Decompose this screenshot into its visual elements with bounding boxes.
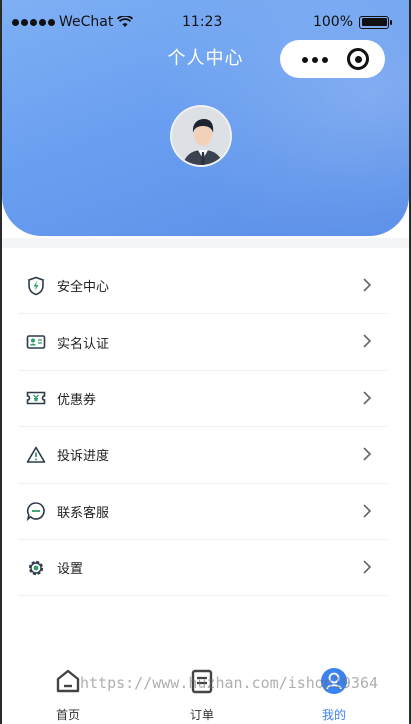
menu-list: 安全中心 实名认证 优惠券 投诉进度 联系客服 设置 [18,258,387,597]
carrier-label: WeChat [59,14,114,30]
menu-item-label: 投诉进度 [57,449,110,465]
bottom-tab-bar: 首页 订单 我的 [2,660,409,724]
phone-screen: WeChat 11:23 100% 个人中心 安全中心 实名认证 优惠券 投诉进… [0,0,411,724]
menu-item-label: 安全中心 [57,280,110,296]
watermark-text: https://www.huzhan.com/ishop19364 [80,674,379,692]
menu-item-real-name[interactable]: 实名认证 [18,314,387,371]
chevron-right-icon [363,503,372,518]
coupon-icon [25,387,47,409]
tab-label: 首页 [55,708,80,722]
chevron-right-icon [363,560,372,574]
menu-item-customer-service[interactable]: 联系客服 [18,484,387,540]
warning-icon [25,444,47,466]
home-icon [53,666,83,696]
menu-item-label: 设置 [57,562,84,578]
id-card-icon [25,331,47,353]
chevron-right-icon [363,447,372,461]
profile-header: WeChat 11:23 100% 个人中心 [2,0,409,236]
status-bar: WeChat 11:23 100% [2,0,409,44]
tab-label: 订单 [189,708,214,722]
mini-program-capsule[interactable] [280,40,385,78]
carrier-indicator: WeChat [12,14,134,30]
menu-item-security[interactable]: 安全中心 [18,258,387,315]
battery-indicator: 100% [312,14,392,30]
menu-item-label: 实名认证 [57,336,110,352]
tab-label: 我的 [321,708,346,722]
more-icon[interactable] [302,57,328,63]
gear-icon [25,557,47,579]
chevron-right-icon [363,391,372,405]
status-time: 11:23 [182,14,223,30]
signal-icon [12,18,55,26]
menu-item-coupons[interactable]: 优惠券 [18,371,387,428]
menu-item-label: 联系客服 [57,505,110,521]
menu-item-complaint-progress[interactable]: 投诉进度 [18,427,387,484]
chevron-right-icon [363,334,372,348]
battery-percent: 100% [312,14,353,30]
user-avatar-icon [172,107,230,165]
avatar[interactable] [170,105,232,167]
battery-icon [359,15,392,29]
close-miniprogram-icon[interactable] [347,48,369,70]
shield-icon [25,275,47,297]
section-divider [2,238,409,248]
chat-icon [25,500,47,522]
menu-item-settings[interactable]: 设置 [18,540,387,597]
chevron-right-icon [363,278,372,292]
wifi-icon [117,16,134,27]
menu-item-label: 优惠券 [57,392,97,408]
